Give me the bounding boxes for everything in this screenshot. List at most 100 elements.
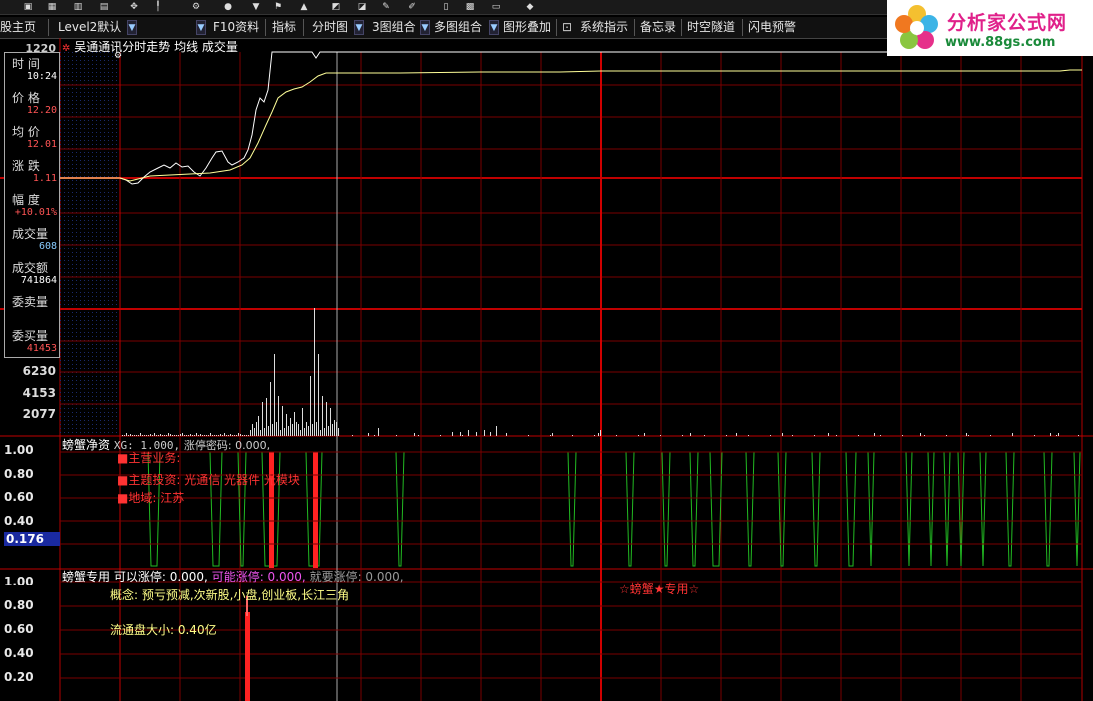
volume-bar (324, 428, 325, 436)
indicator1-y-label: 0.40 (4, 514, 34, 528)
volume-bar (594, 435, 595, 436)
info-label-price: 价 格 (12, 91, 40, 105)
volume-bar (328, 426, 329, 436)
info-value-change: 1.11 (32, 173, 57, 184)
flower-logo-icon (895, 5, 938, 49)
indicator2-v1: 可以涨停: 0.000, (113, 570, 208, 584)
volume-bar (452, 432, 453, 436)
logo-name: 分析家公式网 (947, 12, 1068, 34)
volume-bar (462, 435, 463, 436)
volume-bar (736, 433, 737, 436)
volume-bar (690, 433, 691, 436)
price-grid (60, 84, 1082, 278)
volume-bar (314, 308, 315, 436)
volume-series-label: 成交量 (201, 40, 238, 54)
indicator1-zt: 涨停密码: 0.000, (183, 439, 271, 452)
info-value-avg: 12.01 (26, 139, 57, 150)
volume-bar (326, 402, 327, 436)
avg-series-label: 均线 (174, 40, 199, 54)
volume-bar (330, 408, 331, 436)
volume-bar (1050, 433, 1051, 436)
volume-bar (270, 382, 271, 436)
volume-bar (338, 428, 339, 436)
indicator1-region-text: 地域: 江苏 (128, 491, 185, 505)
volume-bar (418, 435, 419, 436)
indicator2-v3: 就要涨停: 0.000, (309, 570, 404, 584)
volume-bar (396, 435, 397, 436)
volume-bar (468, 430, 469, 436)
indicator2-y-label: 0.40 (4, 646, 34, 660)
volume-bar (966, 433, 967, 436)
volume-bar (726, 435, 727, 436)
info-value-price: 12.20 (26, 105, 57, 116)
volume-bar (280, 430, 281, 436)
volume-bar (528, 435, 529, 436)
volume-bar (310, 376, 311, 436)
volume-bar (254, 428, 255, 436)
indicator1-y-label: 0.60 (4, 490, 34, 504)
price-top-label: 1220 (25, 42, 56, 52)
volume-bar (290, 418, 291, 436)
volume-axis-label: 6230 (22, 364, 56, 378)
volume-bar (274, 354, 275, 436)
volume-bar (258, 416, 259, 436)
volume-bar (880, 435, 881, 436)
volume-bar (284, 428, 285, 436)
volume-bar (682, 435, 683, 436)
indicator1-signal-line (60, 451, 1082, 567)
volume-bar (814, 435, 815, 436)
info-value-time: 10:24 (26, 71, 57, 82)
indicator1-name: 螃蟹净资 (62, 438, 111, 452)
indicator2-red-spike (245, 612, 250, 701)
volume-bar (292, 424, 293, 436)
volume-bar (440, 435, 441, 436)
stock-name: 吴通通讯 (74, 40, 123, 54)
volume-bar (552, 433, 553, 436)
indicator2-y-label: 0.60 (4, 622, 34, 636)
volume-bar (1034, 435, 1035, 436)
quote-info-box: 时 间 10:24 价 格 12.20 均 价 12.01 涨 跌 1.11 幅… (4, 52, 60, 358)
chart-mode: 分时走势 (122, 40, 171, 54)
info-label-time: 时 间 (12, 57, 40, 71)
volume-bar (1056, 435, 1057, 436)
volume-bar (550, 435, 551, 436)
volume-bar (476, 432, 477, 436)
volume-bar (600, 430, 601, 436)
volume-bar (782, 433, 783, 436)
chart-header: ✲ 吴通通讯分时走势 均线 成交量 (62, 38, 238, 55)
volume-axis-label: 2077 (22, 407, 56, 421)
volume-bar (304, 428, 305, 436)
volume-bar (378, 428, 379, 436)
volume-bar (616, 435, 617, 436)
volume-bar (300, 430, 301, 436)
indicator1-cursor-value: 0.176 (4, 532, 60, 546)
volume-bar (770, 435, 771, 436)
volume-bar (506, 433, 507, 436)
volume-bar (414, 433, 415, 436)
info-label-volume: 成交量 (12, 227, 49, 241)
volume-bar (276, 422, 277, 436)
indicator2-float: 流通盘大小: 0.40亿 (110, 623, 217, 637)
volume-bar (874, 433, 875, 436)
volume-bar (924, 435, 925, 436)
volume-bar (306, 422, 307, 436)
info-label-ask-volume: 委卖量 (12, 295, 49, 309)
stock-marker-icon: ✲ (62, 43, 71, 54)
volume-bar (308, 426, 309, 436)
indicator1-line-theme: ■主题投资: 光通信 光器件 光模块 (117, 473, 300, 487)
volume-bar (318, 354, 319, 436)
info-label-change: 涨 跌 (12, 159, 40, 173)
volume-bar (294, 412, 295, 436)
info-label-pct: 幅 度 (12, 193, 40, 207)
volume-bar (262, 402, 263, 436)
info-label-bid-volume: 委买量 (12, 329, 49, 343)
volume-bar (332, 424, 333, 436)
indicator2-concept: 概念: 预亏预减,次新股,小盘,创业板,长江三角 (110, 588, 350, 602)
volume-bar (598, 433, 599, 436)
volume-bar (490, 432, 491, 436)
volume-bar (352, 435, 353, 436)
volume-bar (288, 426, 289, 436)
volume-bar (312, 424, 313, 436)
volume-bar (572, 435, 573, 436)
indicator1-red-spikes (269, 452, 318, 568)
